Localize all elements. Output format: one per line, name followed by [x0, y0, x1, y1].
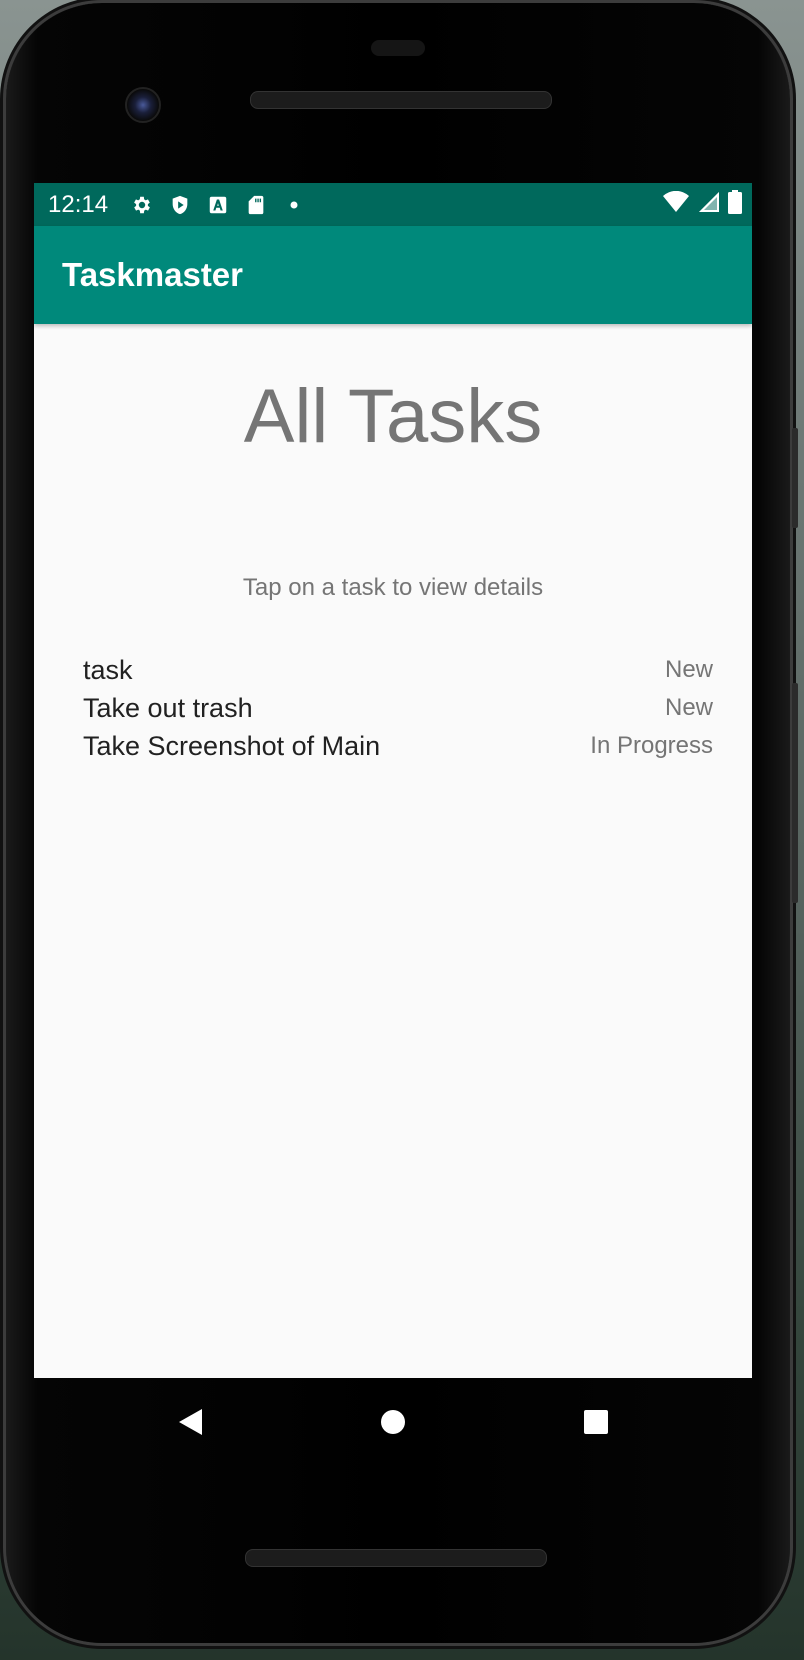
recents-icon[interactable]	[566, 1378, 626, 1466]
dot-icon	[282, 193, 306, 217]
volume-button	[792, 683, 798, 903]
front-camera	[125, 87, 161, 123]
battery-icon	[728, 190, 742, 219]
task-title: task	[83, 654, 133, 685]
signal-icon	[698, 191, 720, 218]
text-a-icon	[206, 193, 230, 217]
list-item[interactable]: Take out trash New	[83, 689, 713, 727]
wifi-icon	[662, 190, 690, 218]
screen: 12:14 Taskmaster All Tasks Tap on a task…	[34, 183, 752, 1378]
app-title: Taskmaster	[62, 256, 244, 293]
navigation-bar	[34, 1378, 752, 1466]
hint-text: Tap on a task to view details	[242, 574, 544, 601]
play-protect-icon	[168, 193, 192, 217]
list-item[interactable]: Take Screenshot of Main In Progress	[83, 727, 713, 765]
home-icon[interactable]	[363, 1378, 423, 1466]
page-title: All Tasks	[243, 374, 543, 459]
back-icon[interactable]	[160, 1378, 220, 1466]
bottom-speaker	[245, 1549, 547, 1567]
earpiece-speaker	[250, 91, 552, 109]
app-bar: Taskmaster	[34, 226, 752, 324]
settings-icon	[130, 193, 154, 217]
task-list: task New Take out trash New Take Screens…	[83, 651, 713, 765]
task-title: Take Screenshot of Main	[83, 730, 381, 761]
task-status: New	[664, 694, 713, 721]
task-status: New	[664, 656, 713, 683]
status-time: 12:14	[48, 190, 109, 218]
status-bar: 12:14	[34, 183, 752, 226]
power-button	[792, 428, 798, 528]
proximity-sensor	[371, 40, 425, 56]
list-item[interactable]: task New	[83, 651, 713, 689]
sd-card-icon	[244, 193, 268, 217]
task-status: In Progress	[590, 732, 713, 759]
task-title: Take out trash	[83, 692, 253, 723]
